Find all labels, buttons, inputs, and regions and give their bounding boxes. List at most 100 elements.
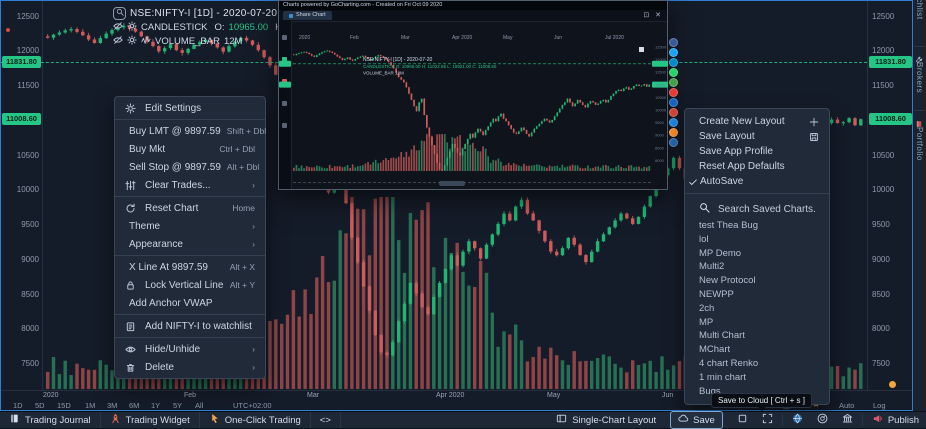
bottom-button-publish[interactable]: Publish <box>865 412 926 428</box>
bottom-button-trading-journal[interactable]: Trading Journal <box>0 412 101 428</box>
menu-item-lock-vertical-line[interactable]: Lock Vertical LineAlt + Y <box>115 276 265 294</box>
bottom-button--[interactable]: <> <box>311 412 341 428</box>
tab-icon <box>289 14 293 18</box>
share-button-1[interactable] <box>669 48 678 57</box>
layout-menu-item-reset-app-defaults[interactable]: Reset App Defaults <box>685 159 829 174</box>
bottom-button-expand[interactable] <box>755 412 780 428</box>
layout-menu-item-save-layout[interactable]: Save Layout <box>685 129 829 144</box>
bottom-button-refreshc[interactable] <box>810 412 835 428</box>
price-tick: 10000 <box>872 185 894 194</box>
tab-watchlist[interactable]: Watchlist <box>915 0 924 20</box>
save-button-box[interactable]: Save <box>670 411 723 429</box>
menu-item-appearance[interactable]: Appearance› <box>115 235 265 253</box>
timeframe-6m[interactable]: 6M <box>129 401 139 410</box>
menu-item-buy-mkt[interactable]: Buy MktCtrl + Dbl <box>115 140 265 158</box>
timeframe-3m[interactable]: 3M <box>107 401 117 410</box>
timeframe-1m[interactable]: 1M <box>85 401 95 410</box>
share-button-6[interactable] <box>669 98 678 107</box>
saved-chart-multi2[interactable]: Multi2 <box>685 260 829 274</box>
journal-icon <box>9 413 20 427</box>
saved-chart-1-min-chart[interactable]: 1 min chart <box>685 371 829 385</box>
bottom-button-save[interactable]: Save <box>663 412 730 428</box>
series-settings-icon[interactable] <box>127 21 137 34</box>
bottom-button-globe[interactable] <box>785 412 810 428</box>
saved-chart-newpp[interactable]: NEWPP <box>685 288 829 302</box>
menu-item-clear-trades-[interactable]: Clear Trades...› <box>115 176 265 194</box>
menu-item-buy-lmt-9897-59[interactable]: Buy LMT @ 9897.59Shift + Dbl <box>115 122 265 140</box>
menu-item-reset-chart[interactable]: Reset ChartHome <box>115 199 265 217</box>
saved-chart-mp[interactable]: MP <box>685 316 829 330</box>
volume-settings-icon[interactable] <box>127 35 137 48</box>
price-tick: 12500 <box>872 12 894 21</box>
popup-scroll-handle[interactable] <box>439 181 465 186</box>
menu-item-delete[interactable]: Delete› <box>115 358 265 376</box>
bottom-button-trading-widget[interactable]: Trading Widget <box>101 412 200 428</box>
time-label: Feb <box>184 392 196 399</box>
menu-item-add-anchor-vwap[interactable]: Add Anchor VWAP <box>115 294 265 312</box>
menu-item-sell-stop-9897-59[interactable]: Sell Stop @ 9897.59Alt + Dbl <box>115 158 265 176</box>
share-button-3[interactable] <box>669 68 678 77</box>
hide-series-icon[interactable] <box>113 21 123 34</box>
saved-chart-mchart[interactable]: MChart <box>685 343 829 357</box>
share-button-10[interactable] <box>669 138 678 147</box>
share-button-7[interactable] <box>669 108 678 117</box>
share-chart-preview[interactable]: Charts powered by GoCharting.com - Creat… <box>278 0 668 190</box>
share-button-2[interactable] <box>669 58 678 67</box>
saved-chart-mp-demo[interactable]: MP Demo <box>685 247 829 261</box>
time-label: May <box>547 392 560 399</box>
share-button-5[interactable] <box>669 88 678 97</box>
menu-item-edit-settings[interactable]: Edit Settings <box>115 99 265 117</box>
share-button-4[interactable] <box>669 78 678 87</box>
menu-item-theme[interactable]: Theme› <box>115 217 265 235</box>
search-saved-charts-input[interactable] <box>716 203 824 216</box>
price-tag: 11008.60 <box>2 113 41 125</box>
menu-item-hide-unhide[interactable]: Hide/Unhide› <box>115 340 265 358</box>
layout-menu-label: Create New Layout <box>699 116 809 127</box>
timeframe-all[interactable]: All <box>195 401 203 410</box>
tab-brokers[interactable]: Brokers <box>915 62 924 93</box>
plus-icon <box>809 117 819 127</box>
lock-icon <box>125 280 145 291</box>
share-chart-tab[interactable]: Share Chart <box>283 11 332 20</box>
svg-text:11500: 11500 <box>655 70 667 75</box>
timeframe-15d[interactable]: 15D <box>57 401 71 410</box>
popup-window-icons[interactable]: ⊡ ✕ <box>643 11 663 19</box>
share-button-9[interactable] <box>669 128 678 137</box>
layout-menu-item-create-new-layout[interactable]: Create New Layout <box>685 114 829 129</box>
share-button-0[interactable] <box>669 38 678 47</box>
saved-chart-test-thea-bug[interactable]: test Thea Bug <box>685 219 829 233</box>
timeframe-1d[interactable]: 1D <box>13 401 23 410</box>
layout-menu-item-autosave[interactable]: AutoSave <box>685 174 829 189</box>
saved-chart-2ch[interactable]: 2ch <box>685 302 829 316</box>
time-label: Jun <box>662 392 673 399</box>
tab-portfolio[interactable]: Portfolio <box>915 127 924 161</box>
bottom-button-single-chart-layout[interactable]: Single-Chart Layout <box>549 412 663 428</box>
right-sidebar: Watchlist Brokers Portfolio <box>913 0 926 411</box>
price-tick: 8000 <box>872 324 890 333</box>
social-share-column <box>669 38 678 147</box>
layout-menu-item-save-app-profile[interactable]: Save App Profile <box>685 144 829 159</box>
share-button-8[interactable] <box>669 118 678 127</box>
timeframe-5d[interactable]: 5D <box>35 401 45 410</box>
menu-item-label: Theme <box>129 221 246 232</box>
timezone-button[interactable]: UTC+02:00 <box>233 401 272 410</box>
bottom-button-bank[interactable] <box>835 412 860 428</box>
timeframe-5y[interactable]: 5Y <box>173 401 182 410</box>
menu-item-label: Buy LMT @ 9897.59 <box>129 126 221 137</box>
timeframe-1y[interactable]: 1Y <box>151 401 160 410</box>
menu-item-add-nifty-i-to-watchlist[interactable]: Add NIFTY-I to watchlist <box>115 317 265 335</box>
popup-scrollbar[interactable] <box>293 182 651 183</box>
hide-volume-icon[interactable] <box>113 35 123 48</box>
bottom-button-sq[interactable] <box>730 412 755 428</box>
auto-scale-button[interactable]: Auto <box>839 401 854 410</box>
saved-chart-multi-chart[interactable]: Multi Chart <box>685 329 829 343</box>
saved-chart-4-chart-renko[interactable]: 4 chart Renko <box>685 357 829 371</box>
svg-text:Mar: Mar <box>401 35 410 41</box>
saved-chart-lol[interactable]: lol <box>685 233 829 247</box>
menu-item-x-line-at-9897-59[interactable]: X Line At 9897.59Alt + X <box>115 258 265 276</box>
saved-chart-new-protocol[interactable]: New Protocol <box>685 274 829 288</box>
bottom-button-one-click-trading[interactable]: One-Click Trading <box>200 412 311 428</box>
symbol-search-icon[interactable] <box>113 7 126 20</box>
log-scale-button[interactable]: Log <box>873 401 886 410</box>
menu-item-label: Edit Settings <box>145 103 255 114</box>
